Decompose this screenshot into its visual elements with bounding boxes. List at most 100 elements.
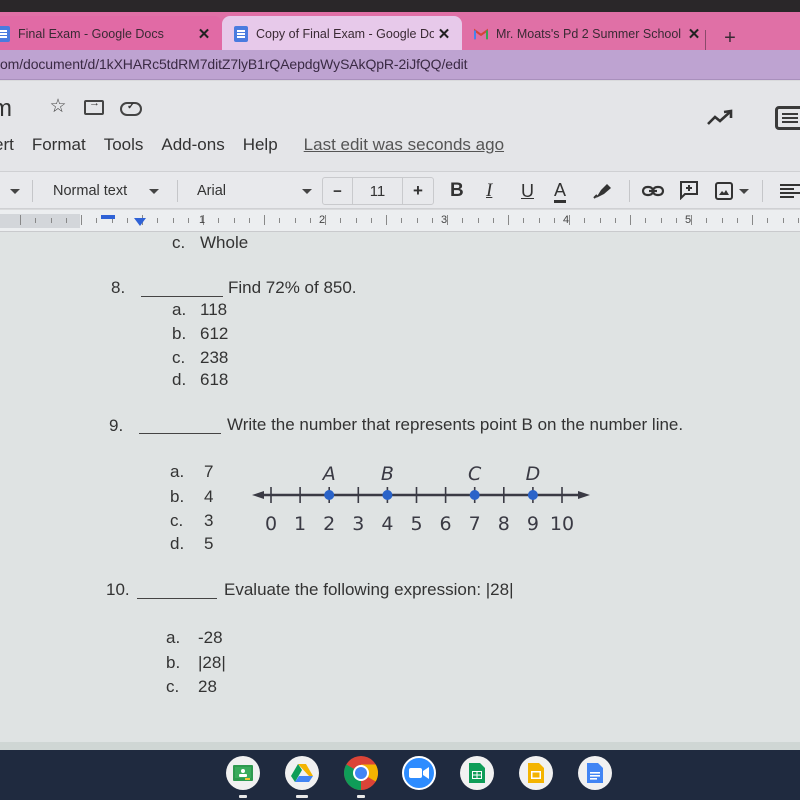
ruler-tick: [248, 218, 250, 223]
ruler-tick: [569, 215, 570, 225]
answer-option: a. 118: [172, 300, 228, 319]
highlight-color-icon[interactable]: [592, 182, 612, 200]
star-icon[interactable]: ☆: [48, 97, 68, 117]
font-size-input[interactable]: 11: [353, 178, 403, 204]
comments-icon[interactable]: [775, 106, 800, 130]
question-prompt: Find 72% of 850.: [228, 278, 357, 297]
ruler-tick: [35, 218, 37, 223]
ruler-tick: [401, 218, 403, 223]
underline-button[interactable]: U: [521, 172, 534, 210]
number-line-tick-label: 8: [498, 513, 510, 535]
decrease-font-size-button[interactable]: −: [323, 178, 353, 204]
number-line-tick-label: 3: [352, 513, 364, 535]
last-edit-link[interactable]: Last edit was seconds ago: [304, 135, 504, 157]
ruler-tick: [309, 218, 311, 223]
image-icon: [715, 182, 733, 200]
ruler-number: 1: [199, 214, 206, 226]
move-to-folder-icon[interactable]: [84, 97, 104, 115]
question-number: 8.: [111, 278, 126, 297]
text-color-button[interactable]: A: [554, 172, 567, 210]
url-text[interactable]: om/document/d/1kXHARc5tdRM7ditZ7lyB1rQAe…: [0, 56, 468, 72]
number-line-point-label: A: [321, 463, 336, 485]
question-prompt: Evaluate the following expression: |28|: [224, 580, 514, 599]
ruler-tick: [691, 215, 692, 225]
answer-blank[interactable]: [137, 598, 217, 599]
menu-tools[interactable]: Tools: [104, 135, 144, 157]
ruler-tick: [492, 218, 494, 223]
ruler-tick: [233, 218, 235, 223]
paragraph-style-dropdown[interactable]: Normal text: [53, 172, 160, 210]
toolbar-divider: [762, 180, 763, 202]
number-line-tick-label: 2: [323, 513, 335, 535]
answer-blank[interactable]: [139, 433, 221, 434]
ruler-tick: [340, 218, 342, 223]
text-color-icon: A: [554, 180, 567, 203]
menu-format[interactable]: Format: [32, 135, 86, 157]
left-indent-handle[interactable]: [134, 218, 146, 226]
toolbar-divider: [177, 180, 178, 202]
menu-add-ons[interactable]: Add-ons: [161, 135, 224, 157]
slides-icon[interactable]: [519, 756, 553, 790]
chevron-down-icon: [149, 188, 160, 194]
number-line-point: [382, 490, 393, 500]
document-title[interactable]: m: [0, 95, 12, 123]
ruler-tick: [126, 218, 128, 223]
close-icon[interactable]: ✕: [684, 25, 704, 43]
number-line: 0 1 2 3 4 5 6 7 8 9 10 A B C D: [252, 463, 590, 535]
align-left-icon[interactable]: [780, 184, 800, 198]
cloud-saved-icon[interactable]: [120, 101, 142, 116]
classroom-icon[interactable]: [226, 756, 260, 790]
ruler-tick: [172, 218, 174, 223]
ruler-tick: [614, 218, 616, 223]
menu-help[interactable]: Help: [243, 135, 278, 157]
italic-button[interactable]: I: [486, 172, 492, 210]
running-indicator: [239, 795, 247, 798]
question-number: 10.: [106, 580, 130, 599]
close-icon[interactable]: ✕: [434, 25, 454, 43]
menu-insert[interactable]: ert: [0, 135, 14, 157]
drive-icon[interactable]: [285, 756, 319, 790]
ruler-tick: [264, 215, 265, 225]
ruler-tick: [50, 218, 52, 223]
ruler-tick: [355, 218, 357, 223]
left-arrow-icon: [252, 491, 264, 499]
insert-image-button[interactable]: [715, 172, 749, 210]
tab-label: Mr. Moats's Pd 2 Summer School: [496, 27, 682, 41]
ruler-number: 4: [563, 214, 570, 226]
new-tab-button[interactable]: +: [718, 26, 742, 50]
chevron-down-icon: [10, 188, 20, 194]
ruler-margin: [0, 214, 80, 228]
zoom-dropdown[interactable]: [10, 172, 20, 210]
tab-divider: [705, 30, 706, 52]
font-dropdown[interactable]: Arial: [197, 172, 312, 210]
docs-icon[interactable]: [578, 756, 612, 790]
address-bar[interactable]: om/document/d/1kXHARc5tdRM7ditZ7lyB1rQAe…: [0, 50, 800, 80]
ruler-tick: [767, 218, 769, 223]
gmail-icon: [474, 28, 488, 40]
ruler-tick: [538, 218, 540, 223]
browser-tab-strip: Final Exam - Google Docs ✕ Copy of Final…: [0, 12, 800, 52]
add-comment-icon[interactable]: [679, 180, 699, 200]
answer-blank[interactable]: [141, 296, 223, 297]
bold-button[interactable]: B: [450, 172, 464, 210]
insert-link-icon[interactable]: [641, 183, 665, 199]
font-size-stepper: − 11 +: [322, 177, 434, 205]
first-line-indent-handle[interactable]: [101, 215, 115, 219]
number-line-point-label: C: [468, 463, 482, 485]
number-line-point-label: D: [526, 463, 541, 485]
tab-final-exam[interactable]: Final Exam - Google Docs ✕: [0, 16, 222, 52]
activity-dashboard-icon[interactable]: [706, 108, 736, 128]
chevron-down-icon: [302, 188, 312, 194]
sheets-icon[interactable]: [460, 756, 494, 790]
answer-option: b. 612: [172, 324, 229, 343]
zoom-icon[interactable]: [402, 756, 436, 790]
tab-copy-of-final-exam[interactable]: Copy of Final Exam - Google Docs ✕: [222, 16, 462, 52]
chrome-icon[interactable]: [344, 756, 378, 790]
number-line-point: [527, 490, 538, 500]
tab-label: Copy of Final Exam - Google Docs: [256, 27, 434, 41]
close-icon[interactable]: ✕: [194, 25, 214, 43]
ruler-tick: [675, 218, 677, 223]
tab-gmail[interactable]: Mr. Moats's Pd 2 Summer School ✕: [462, 16, 712, 52]
ruler-tick: [416, 218, 418, 223]
increase-font-size-button[interactable]: +: [403, 178, 433, 204]
